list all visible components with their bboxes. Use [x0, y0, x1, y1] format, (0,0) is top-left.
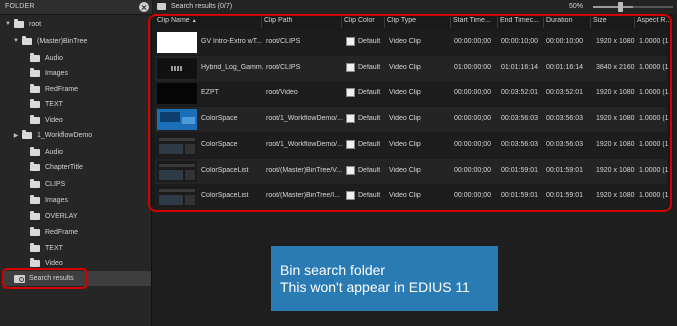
folder-tree-label: Video — [45, 116, 63, 124]
annotation-highlight-table — [148, 14, 672, 212]
zoom-slider-thumb[interactable] — [618, 2, 623, 12]
folder-tree-item[interactable]: TEXT — [20, 241, 63, 255]
folder-icon — [30, 194, 40, 204]
folder-tree-item[interactable]: ▼ root — [4, 17, 41, 31]
bin-search-icon — [157, 3, 166, 10]
zoom-level: 50% — [569, 3, 584, 10]
folder-tree-label: OVERLAY — [45, 212, 78, 220]
folder-tree-item[interactable]: OVERLAY — [20, 209, 78, 223]
folder-tree-label: Audio — [45, 148, 63, 156]
folder-tree-label: Video — [45, 259, 63, 267]
folder-icon — [30, 242, 40, 252]
folder-panel-title: FOLDER — [5, 3, 35, 10]
folder-tree-label: 1_WorkflowDemo — [37, 131, 93, 139]
folder-icon — [30, 114, 40, 124]
folder-tree-label: Images — [45, 196, 68, 204]
chevron-down-icon[interactable]: ▼ — [12, 37, 20, 45]
folder-tree-item[interactable]: RedFrame — [20, 225, 78, 239]
folder-tree-item[interactable]: CLIPS — [20, 177, 65, 191]
folder-tree-item[interactable]: TEXT — [20, 97, 63, 111]
folder-icon — [30, 257, 40, 267]
folder-tree-label: (Master)BinTree — [37, 37, 88, 45]
folder-icon — [14, 18, 24, 28]
folder-icon — [22, 129, 32, 139]
folder-tree-label: TEXT — [45, 100, 63, 108]
folder-icon — [30, 161, 40, 171]
folder-tree-item[interactable]: RedFrame — [20, 82, 78, 96]
folder-tree-item[interactable]: ▼ (Master)BinTree — [12, 34, 87, 48]
callout-box: Bin search folder This won't appear in E… — [271, 246, 498, 311]
folder-tree-item[interactable]: Video — [20, 113, 63, 127]
results-toolbar: Search results (0/7) 50% — [153, 0, 677, 14]
folder-icon — [30, 226, 40, 236]
folder-tree-label: RedFrame — [45, 228, 79, 236]
folder-tree-item[interactable]: Audio — [20, 145, 63, 159]
folder-panel-header: FOLDER — [0, 0, 152, 15]
callout-line-2: This won't appear in EDIUS 11 — [280, 279, 470, 295]
chevron-right-icon[interactable]: ▶ — [12, 131, 20, 139]
folder-icon — [30, 146, 40, 156]
folder-tree-label: ChapterTitle — [45, 163, 83, 171]
folder-tree-label: RedFrame — [45, 85, 79, 93]
folder-tree-label: TEXT — [45, 244, 63, 252]
folder-tree-item[interactable]: Images — [20, 193, 68, 207]
folder-tree-label: CLIPS — [45, 180, 66, 188]
folder-tree-item[interactable]: Images — [20, 66, 68, 80]
chevron-down-icon[interactable]: ▼ — [4, 20, 12, 28]
results-title: Search results (0/7) — [171, 3, 233, 10]
folder-panel: FOLDER ▼ root ▼ (Master)BinTree Audio Images R… — [0, 0, 152, 326]
folder-icon — [30, 83, 40, 93]
close-icon[interactable] — [139, 2, 149, 12]
folder-tree-label: root — [29, 20, 42, 28]
callout-line-1: Bin search folder — [280, 262, 386, 278]
folder-tree-item[interactable]: ChapterTitle — [20, 160, 83, 174]
folder-icon — [30, 52, 40, 62]
folder-icon — [22, 35, 32, 45]
folder-icon — [30, 67, 40, 77]
folder-tree-item[interactable]: ▶ 1_WorkflowDemo — [12, 128, 92, 142]
folder-tree-item[interactable]: Audio — [20, 51, 63, 65]
annotation-highlight-search-folder — [2, 268, 88, 289]
folder-icon — [30, 98, 40, 108]
folder-tree-label: Images — [45, 69, 68, 77]
folder-icon — [30, 178, 40, 188]
zoom-slider-fill — [593, 6, 633, 8]
zoom-slider-track[interactable] — [593, 6, 673, 8]
folder-tree-label: Audio — [45, 54, 63, 62]
folder-icon — [30, 210, 40, 220]
